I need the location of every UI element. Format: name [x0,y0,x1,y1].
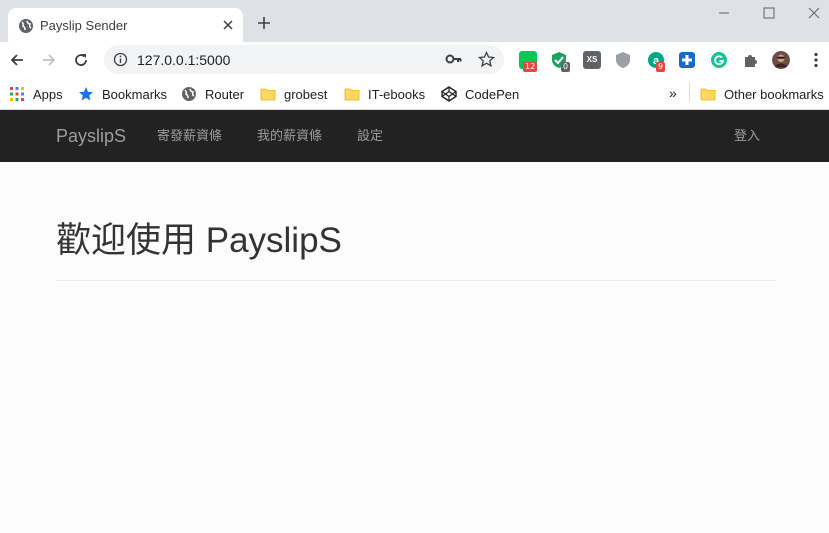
bookmark-apps[interactable]: Apps [9,84,63,104]
bookmark-label: grobest [284,86,328,102]
bookmark-label: Bookmarks [102,86,168,102]
tab-strip: Payslip Sender [0,0,829,42]
nav-settings[interactable]: 設定 [357,128,383,144]
minimize-icon[interactable] [716,5,732,21]
star-icon [79,87,93,101]
extension-badge: 9 [656,62,666,72]
folder-icon [344,88,360,101]
shield-icon[interactable] [614,51,632,69]
globe-icon [19,19,33,33]
browser-toolbar: 127.0.0.1:5000 12 0 XS a 9 [0,42,829,78]
nav-send-payslip[interactable]: 寄發薪資條 [157,128,222,144]
bookmark-label: Other bookmarks [724,86,824,102]
url-text: 127.0.0.1:5000 [137,52,231,68]
window-close-icon[interactable] [806,5,822,21]
grammarly-icon[interactable] [710,51,728,69]
bookmarks-separator [689,82,690,102]
bookmarks-bar: Apps Bookmarks Router grobest IT-ebooks … [0,78,829,110]
close-icon[interactable] [221,18,235,32]
apps-grid-icon [10,87,24,101]
header-divider [56,280,776,281]
address-bar[interactable]: 127.0.0.1:5000 [104,45,504,74]
back-arrow-icon[interactable] [8,51,26,69]
more-vert-icon[interactable] [807,51,825,69]
globe-icon [182,87,196,101]
forward-arrow-icon[interactable] [40,51,58,69]
reload-icon[interactable] [72,51,90,69]
page-title: 歡迎使用 PayslipS [56,221,342,260]
app-navbar: PayslipS 寄發薪資條 我的薪資條 設定 登入 [0,110,829,162]
bookmark-codepen[interactable]: CodePen [441,84,519,104]
more-bookmarks-chevron[interactable]: » [669,84,677,102]
bookmark-router[interactable]: Router [181,84,244,104]
maximize-icon[interactable] [761,5,777,21]
bookmark-label: IT-ebooks [368,86,426,102]
browser-tab[interactable]: Payslip Sender [8,8,243,42]
folder-icon [260,88,276,101]
nav-my-payslip[interactable]: 我的薪資條 [257,128,322,144]
info-icon[interactable] [113,52,128,67]
bookmark-bookmarks[interactable]: Bookmarks [78,84,167,104]
key-icon[interactable] [445,52,463,66]
bookmark-star-icon[interactable] [478,51,495,68]
avatar[interactable] [772,51,790,69]
bookmark-label: Apps [33,86,63,102]
nav-login[interactable]: 登入 [734,128,760,144]
codepen-icon [441,86,457,102]
new-tab-plus-icon[interactable] [256,15,272,31]
bookmark-label: Router [205,86,245,102]
bookmark-other-bookmarks[interactable]: Other bookmarks [700,84,824,104]
bookmark-it-ebooks[interactable]: IT-ebooks [344,84,425,104]
extension-badge: 12 [523,62,538,72]
brand-link[interactable]: PayslipS [56,126,126,146]
bookmark-label: CodePen [465,86,520,102]
xs-icon[interactable]: XS [583,51,601,69]
folder-icon [700,88,716,101]
tab-title: Payslip Sender [40,18,128,33]
plus-square-icon[interactable] [678,51,696,69]
extension-badge: 0 [561,62,571,72]
bookmark-grobest[interactable]: grobest [260,84,327,104]
puzzle-icon[interactable] [742,51,760,69]
